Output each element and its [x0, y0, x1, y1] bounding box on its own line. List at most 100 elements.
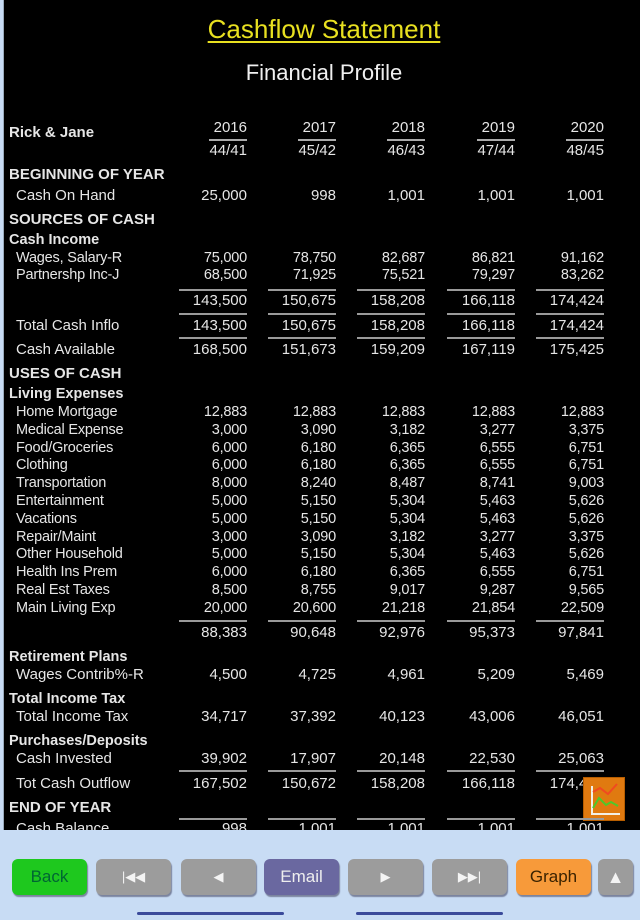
table-row: Cash Invested 39,902 17,907 20,148 22,53… [4, 750, 640, 768]
cell: 20,148 [379, 750, 425, 767]
cell: 6,555 [479, 439, 515, 456]
table-row: Cash On Hand 25,000 998 1,001 1,001 1,00… [4, 187, 640, 205]
scroll-indicator [356, 912, 503, 915]
cell: 5,463 [479, 546, 515, 563]
cell: 151,673 [281, 341, 336, 358]
graph-button[interactable]: Graph [516, 859, 591, 895]
cell: 3,090 [300, 528, 336, 545]
total-divider [179, 620, 247, 622]
subsection-header: Retirement Plans [4, 649, 640, 667]
cell: 1,001 [566, 187, 604, 204]
table-row: Total Income Tax 34,717 37,392 40,123 43… [4, 708, 640, 726]
cell: 6,000 [211, 457, 247, 474]
cell: 12,883 [292, 404, 336, 420]
cell: 3,182 [389, 421, 425, 438]
cell: 4,725 [298, 666, 336, 683]
age-header: 44/41 [209, 142, 247, 159]
cell: 150,675 [281, 317, 336, 334]
cell: 78,750 [292, 250, 336, 266]
divider [477, 139, 515, 141]
page-subtitle: Financial Profile [245, 60, 403, 85]
table-row: Vacations 5,000 5,150 5,304 5,463 5,626 [4, 511, 640, 529]
row-label: Clothing [16, 457, 68, 474]
graph-shortcut-button[interactable] [583, 777, 625, 821]
first-page-button[interactable]: |◀◀ [96, 859, 171, 895]
total-divider [268, 818, 336, 820]
cell: 6,751 [568, 439, 604, 456]
section-header: BEGINNING OF YEAR [4, 166, 640, 184]
year-row: 2016 2017 2018 2019 2020 [4, 119, 640, 137]
year-header: 2020 [570, 119, 604, 136]
section-label: END OF YEAR [9, 799, 112, 816]
cell: 5,150 [300, 546, 336, 563]
cell: 12,883 [203, 404, 247, 420]
cell: 43,006 [469, 708, 515, 725]
age-row: 44/41 45/42 46/43 47/44 48/45 [4, 142, 640, 160]
cell: 86,821 [471, 250, 515, 266]
cell: 5,626 [568, 493, 604, 509]
cell: 17,907 [290, 750, 336, 767]
cell: 998 [221, 820, 247, 830]
cell: 5,304 [389, 546, 425, 563]
cell: 5,626 [568, 546, 604, 563]
cell: 174,424 [549, 317, 604, 334]
cell: 3,000 [211, 421, 247, 438]
total-divider [268, 337, 336, 339]
section-header: SOURCES OF CASH [4, 211, 640, 229]
table-row: Home Mortgage 12,883 12,883 12,883 12,883 12,… [4, 404, 640, 422]
divider [298, 139, 336, 141]
year-header: 2018 [391, 119, 425, 136]
cell: 5,304 [389, 493, 425, 509]
cell: 8,487 [389, 475, 425, 492]
cell: 6,000 [211, 439, 247, 456]
cell: 12,883 [381, 404, 425, 420]
last-page-button[interactable]: ▶▶| [432, 859, 507, 895]
cell: 5,000 [211, 493, 247, 509]
total-divider [179, 818, 247, 820]
back-button[interactable]: Back [12, 859, 87, 895]
cell: 1,001 [477, 187, 515, 204]
cell: 998 [310, 187, 336, 204]
email-button[interactable]: Email [264, 859, 339, 895]
row-label: Main Living Exp [16, 599, 116, 616]
cell: 25,063 [558, 750, 604, 767]
cell: 20,600 [292, 599, 336, 616]
next-page-button[interactable]: ▶ [348, 859, 423, 895]
table-row: Real Est Taxes 8,500 8,755 9,017 9,287 9,565 [4, 582, 640, 600]
row-label: Transportation [16, 475, 107, 492]
subsection-label: Cash Income [9, 232, 100, 248]
row-label: Partnershp Inc-J [16, 267, 120, 283]
total-divider [357, 313, 425, 315]
statement-screen[interactable]: Cashflow Statement Financial Profile Ric… [3, 0, 640, 830]
row-label: Total Income Tax [16, 708, 129, 725]
row-label: Vacations [16, 510, 77, 527]
cell: 6,000 [211, 564, 247, 581]
cell: 34,717 [201, 708, 247, 725]
cell: 150,675 [281, 292, 336, 309]
cell: 5,150 [300, 510, 336, 527]
table-row: Health Ins Prem 6,000 6,180 6,365 6,555 6,751 [4, 564, 640, 582]
row-label: Health Ins Prem [16, 564, 117, 581]
cell: 5,000 [211, 510, 247, 527]
row-label: Food/Groceries [16, 439, 114, 456]
cell: 9,017 [389, 582, 425, 598]
cell: 6,555 [479, 564, 515, 581]
age-header: 48/45 [566, 142, 604, 159]
cell: 166,118 [461, 292, 515, 309]
cell: 5,000 [211, 546, 247, 563]
table-row: Repair/Maint 3,000 3,090 3,182 3,277 3,375 [4, 529, 640, 547]
cell: 5,469 [566, 666, 604, 683]
cell: 5,463 [479, 493, 515, 509]
row-label: Cash Available [16, 341, 115, 358]
cell: 5,209 [477, 666, 515, 683]
scroll-up-button[interactable]: ▲ [598, 859, 633, 895]
row-label: Medical Expense [16, 421, 124, 438]
row-label: Wages Contrib%-R [16, 666, 144, 683]
cell: 4,500 [209, 666, 247, 683]
cell: 79,297 [471, 267, 515, 283]
total-divider [179, 770, 247, 772]
divider [566, 139, 604, 141]
cell: 6,751 [568, 564, 604, 581]
cell: 8,240 [300, 475, 336, 492]
previous-page-button[interactable]: ◀ [181, 859, 256, 895]
